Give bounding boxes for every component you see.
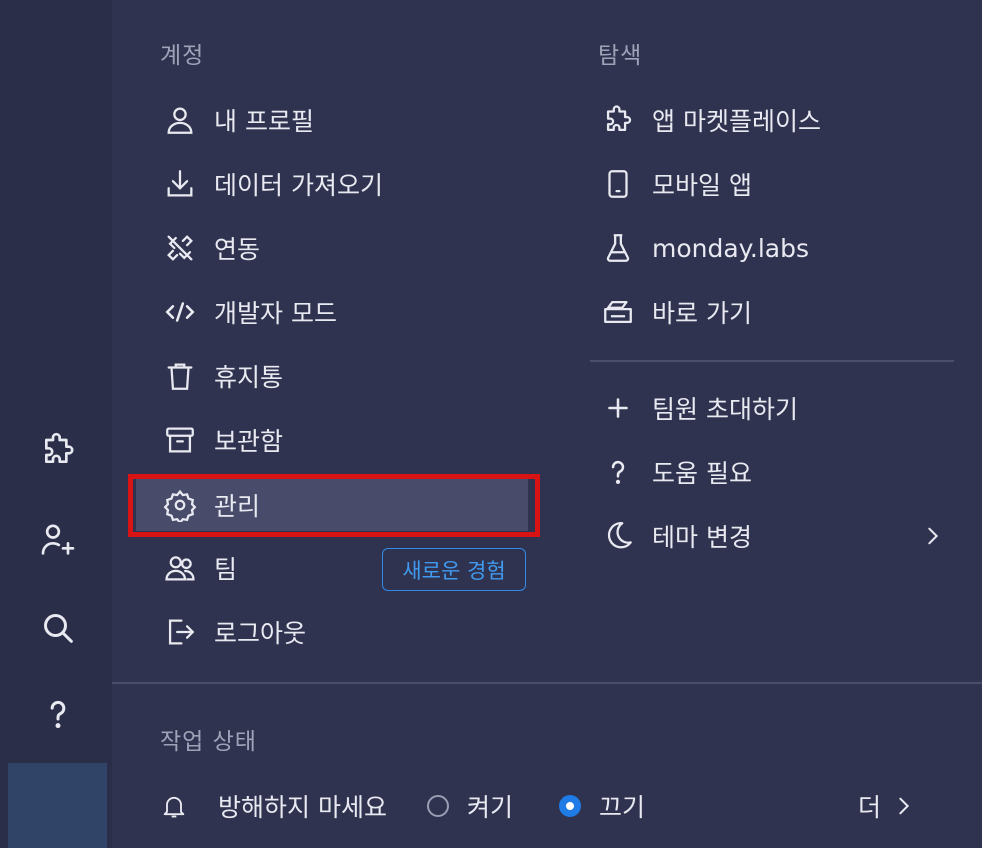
question-icon: [598, 452, 638, 492]
menu-item-label: 바로 가기: [652, 299, 752, 328]
menu-item-label: 휴지통: [214, 363, 284, 392]
download-icon: [160, 164, 200, 204]
menu-item-change-theme[interactable]: 테마 변경: [598, 510, 954, 562]
menu-item-monday-labs[interactable]: monday.labs: [598, 222, 954, 274]
archive-icon: [160, 420, 200, 460]
menu-item-label: 팀: [214, 555, 238, 584]
menu-item-trash[interactable]: 휴지통: [160, 350, 532, 402]
do-not-disturb-label: 방해하지 마세요: [218, 793, 387, 822]
explore-section-title: 탐색: [598, 43, 643, 69]
new-experience-badge[interactable]: 새로운 경험: [382, 548, 526, 591]
menu-item-label: 관리: [214, 492, 261, 521]
menu-item-app-marketplace[interactable]: 앱 마켓플레이스: [598, 94, 954, 146]
dnd-on-label[interactable]: 켜기: [467, 788, 513, 824]
menu-item-label: 개발자 모드: [214, 299, 337, 328]
do-not-disturb-row: 방해하지 마세요 켜기 끄기: [160, 780, 645, 832]
menu-item-label: 내 프로필: [214, 107, 314, 136]
mobile-icon: [598, 164, 638, 204]
avatar[interactable]: [8, 763, 107, 848]
bell-icon: [160, 792, 188, 820]
menu-item-label: 모바일 앱: [652, 171, 752, 200]
gear-icon: [160, 485, 200, 525]
account-section-title: 계정: [160, 43, 205, 69]
chevron-right-icon[interactable]: [922, 522, 944, 550]
work-status-title: 작업 상태: [160, 729, 257, 755]
more-button[interactable]: 더: [858, 780, 915, 832]
menu-item-integrations[interactable]: 연동: [160, 222, 532, 274]
menu-item-label: 로그아웃: [214, 619, 307, 648]
menu-item-label: 데이터 가져오기: [214, 171, 383, 200]
dnd-off-label[interactable]: 끄기: [599, 788, 645, 824]
puzzle-icon[interactable]: [34, 426, 82, 474]
menu-item-label: 연동: [214, 235, 261, 264]
left-rail: [0, 0, 112, 848]
team-icon: [160, 548, 200, 588]
menu-item-label: monday.labs: [652, 233, 810, 263]
puzzle-icon: [598, 100, 638, 140]
menu-item-mobile-app[interactable]: 모바일 앱: [598, 158, 954, 210]
user-icon: [160, 100, 200, 140]
menu-item-import-data[interactable]: 데이터 가져오기: [160, 158, 532, 210]
menu-item-archive[interactable]: 보관함: [160, 414, 532, 466]
menu-item-label: 도움 필요: [652, 459, 752, 488]
menu-item-label: 보관함: [214, 427, 284, 456]
plug-off-icon: [160, 228, 200, 268]
dnd-on-radio[interactable]: [426, 795, 449, 817]
more-label: 더: [858, 793, 882, 822]
plus-icon: [598, 388, 638, 428]
add-user-icon[interactable]: [34, 516, 82, 564]
dnd-off-radio[interactable]: [558, 795, 581, 817]
trash-icon: [160, 356, 200, 396]
help-icon[interactable]: [34, 690, 82, 738]
shortcut-icon: [598, 292, 638, 332]
menu-item-developer-mode[interactable]: 개발자 모드: [160, 286, 532, 338]
menu-item-admin[interactable]: 관리: [136, 479, 528, 531]
search-icon[interactable]: [34, 604, 82, 652]
menu-item-get-help[interactable]: 도움 필요: [598, 446, 954, 498]
menu-item-invite-members[interactable]: 팀원 초대하기: [598, 382, 954, 434]
profile-menu-panel: 계정 내 프로필 데이터 가져오기 연동 개발자 모드 휴지통 보관함 관리 팀…: [112, 0, 982, 848]
menu-item-shortcuts[interactable]: 바로 가기: [598, 286, 954, 338]
menu-item-logout[interactable]: 로그아웃: [160, 606, 532, 658]
moon-icon: [598, 516, 638, 556]
menu-item-label: 팀원 초대하기: [652, 395, 798, 424]
menu-item-my-profile[interactable]: 내 프로필: [160, 94, 532, 146]
menu-item-label: 테마 변경: [652, 523, 752, 552]
menu-item-label: 앱 마켓플레이스: [652, 107, 821, 136]
divider: [112, 682, 982, 684]
flask-icon: [598, 228, 638, 268]
logout-icon: [160, 612, 200, 652]
code-icon: [160, 292, 200, 332]
chevron-right-icon: [899, 797, 910, 815]
divider: [590, 360, 954, 362]
